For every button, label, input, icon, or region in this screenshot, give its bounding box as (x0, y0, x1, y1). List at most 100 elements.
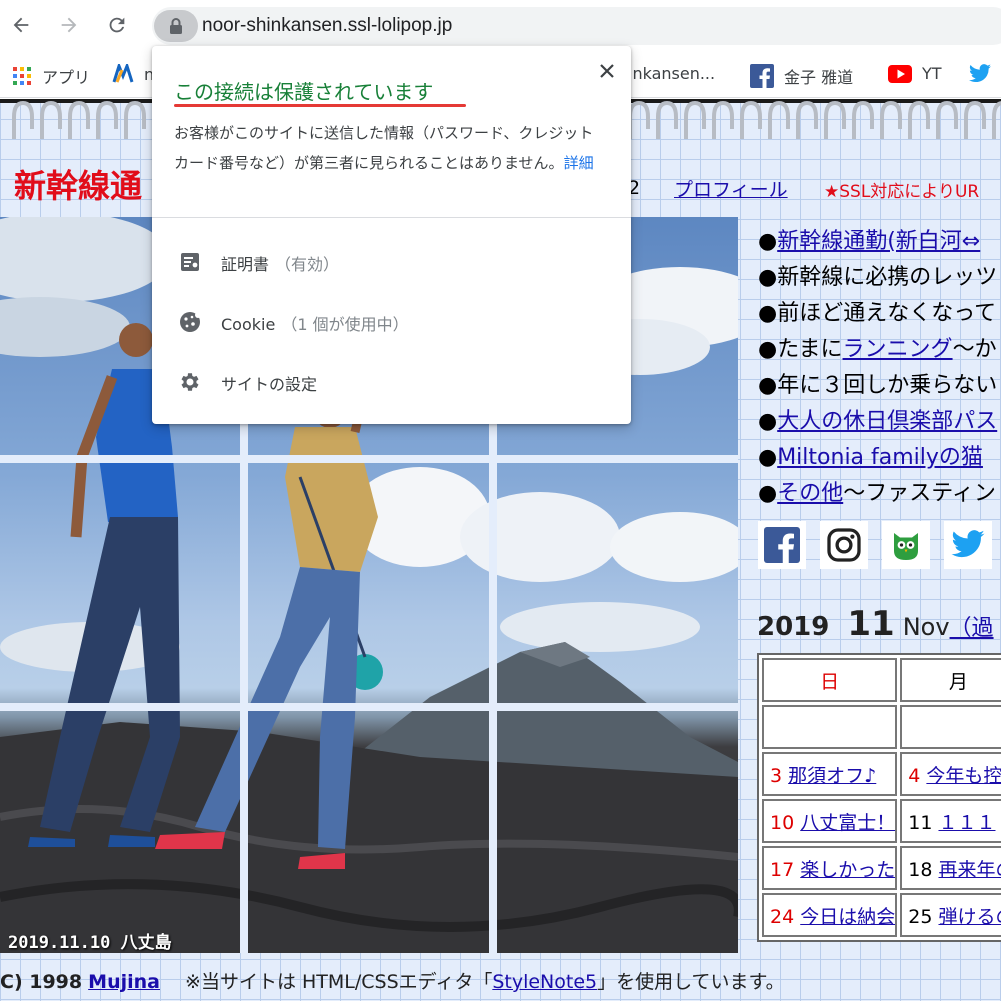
social-instagram-button[interactable] (820, 521, 868, 569)
calendar-week-row: 10 八丈富士！ 11 １１１ (762, 799, 1001, 843)
calendar-entry-link[interactable]: 今年も控 (926, 765, 1001, 787)
connection-security-popup: この接続は保護されています お客様がこのサイトに送信した情報（パスワード、クレジ… (152, 46, 631, 424)
side-link[interactable]: Miltonia familyの猫 (777, 445, 983, 470)
site-info-button[interactable] (154, 10, 198, 42)
bullet-text: ～ファスティン (843, 481, 996, 506)
calendar-day-number: 24 (770, 905, 795, 928)
site-settings-label: サイトの設定 (221, 375, 318, 394)
twitter-icon (968, 64, 992, 84)
bullet-text: ●年に３回しか乗らない (758, 373, 998, 398)
spiral-ring (68, 100, 90, 139)
bookmark-facebook[interactable]: 金子 雅道 (750, 64, 853, 88)
calendar-past-link[interactable]: （過 (950, 616, 994, 641)
photo-grid-line (0, 703, 738, 711)
side-link-item: ●新幹線に必携のレッツ (758, 259, 997, 291)
calendar-week-row: 3 那須オフ♪ 4 今年も控 (762, 752, 1001, 796)
calendar-cell (900, 705, 1001, 749)
calendar-entry-link[interactable]: １１１ (938, 812, 995, 834)
calendar-cell: 18 再来年の (900, 846, 1001, 890)
calendar-day-number: 18 (908, 858, 933, 881)
certificate-row[interactable]: 証明書 （有効） (152, 232, 631, 292)
side-link[interactable]: 大人の休日倶楽部パス (777, 409, 997, 434)
running-link[interactable]: ランニング (843, 337, 953, 362)
bookmark-label: inkansen... (628, 64, 716, 83)
calendar-cell: 4 今年も控 (900, 752, 1001, 796)
spiral-ring (908, 100, 930, 139)
spiral-ring (12, 100, 34, 139)
cookie-label: Cookie (221, 315, 276, 334)
photo-caption: 2019.11.10 八丈島 (8, 933, 172, 953)
title-annotation-underline (174, 104, 466, 107)
spiral-ring (124, 100, 146, 139)
bullet-text: ● (758, 445, 778, 470)
side-link-item: ●たまにランニング～か (758, 331, 997, 363)
social-owl-button[interactable] (882, 521, 930, 569)
author-link[interactable]: Mujina (88, 971, 160, 993)
spiral-ring (992, 101, 1001, 139)
spiral-ring (768, 100, 790, 139)
reload-button[interactable] (102, 10, 132, 40)
popup-close-button[interactable] (596, 60, 618, 82)
spiral-ring (824, 100, 846, 139)
bookmark-label: YT (922, 64, 942, 83)
nav-profile-link[interactable]: プロフィール (674, 175, 788, 202)
cookie-count: （1 個が使用中） (281, 315, 409, 334)
url-text[interactable]: noor-shinkansen.ssl-lolipop.jp (202, 15, 452, 37)
social-twitter-button[interactable] (944, 521, 992, 569)
social-facebook-button[interactable] (758, 521, 806, 569)
instagram-icon (827, 528, 861, 562)
bookmark-youtube[interactable]: YT (888, 64, 942, 83)
side-link[interactable]: 新幹線通勤(新白河⇔ (777, 229, 980, 254)
bookmark-twitter[interactable] (968, 64, 1001, 84)
address-bar[interactable]: noor-shinkansen.ssl-lolipop.jp (152, 7, 1001, 45)
bookmark-n[interactable]: n (112, 64, 154, 84)
row-label: 証明書 （有効） (221, 251, 339, 275)
bookmark-apps[interactable]: アプリ (12, 64, 90, 88)
page-footer: C) 1998 Mujina ※当サイトは HTML/CSSエディタ「Style… (0, 967, 785, 994)
bullet-text: ～か (952, 337, 997, 362)
calendar-day-number: 17 (770, 858, 795, 881)
calendar-entry-link[interactable]: 八丈富士！ (800, 812, 895, 834)
stylenote-link[interactable]: StyleNote5 (492, 971, 597, 993)
side-link-item: ●Miltonia familyの猫 (758, 439, 983, 471)
popup-description: お客様がこのサイトに送信した情報（パスワード、クレジット カード番号など）が第三… (174, 118, 609, 178)
side-link-item: ●新幹線通勤(新白河⇔ (758, 223, 980, 255)
copyright-text: C) 1998 (0, 971, 83, 993)
calendar-entry-link[interactable]: 楽しかった (800, 859, 895, 881)
site-settings-row[interactable]: サイトの設定 (152, 352, 631, 412)
spiral-ring (628, 100, 650, 139)
bullet-text: ●新幹線に必携のレッツ (758, 265, 998, 290)
other-link[interactable]: その他 (777, 481, 843, 506)
bullet-text: ● (758, 409, 778, 434)
details-link[interactable]: 詳細 (564, 154, 594, 172)
forward-button[interactable] (54, 10, 84, 40)
cookie-row[interactable]: Cookie （1 個が使用中） (152, 292, 631, 352)
certificate-icon (181, 253, 199, 271)
calendar-day-number: 3 (770, 764, 783, 787)
calendar-year: 2019 (757, 612, 830, 642)
calendar-entry-link[interactable]: 那須オフ♪ (788, 765, 876, 787)
twitter-icon (951, 530, 985, 558)
bookmark-shinkansen[interactable]: inkansen... (628, 64, 715, 83)
calendar-entry-link[interactable]: 弾けるの (938, 906, 1001, 928)
back-button[interactable] (6, 10, 36, 40)
facebook-icon (764, 527, 800, 563)
bullet-text: ● (758, 229, 778, 254)
side-link-item: ●前ほど通えなくなって (758, 295, 996, 327)
calendar-week-row: 17 楽しかった 18 再来年の (762, 846, 1001, 890)
editor-note-suffix: 」を使用しています。 (597, 971, 785, 993)
calendar-week-row (762, 705, 1001, 749)
calendar-weekday-mon: 月 (900, 658, 1001, 702)
calendar-entry-link[interactable]: 今日は納会 (800, 906, 895, 928)
forward-arrow-icon (61, 17, 77, 33)
calendar-cell: 3 那須オフ♪ (762, 752, 898, 796)
spiral-ring (880, 100, 902, 139)
calendar-entry-link[interactable]: 再来年の (938, 859, 1001, 881)
calendar-day-number: 10 (770, 811, 795, 834)
bookmark-label: 金子 雅道 (784, 68, 854, 87)
calendar-day-number: 4 (908, 764, 921, 787)
browser-toolbar: noor-shinkansen.ssl-lolipop.jp (0, 0, 1001, 52)
side-link-item: ●年に３回しか乗らない (758, 367, 997, 399)
close-icon (600, 64, 614, 78)
row-label: サイトの設定 (221, 371, 317, 395)
